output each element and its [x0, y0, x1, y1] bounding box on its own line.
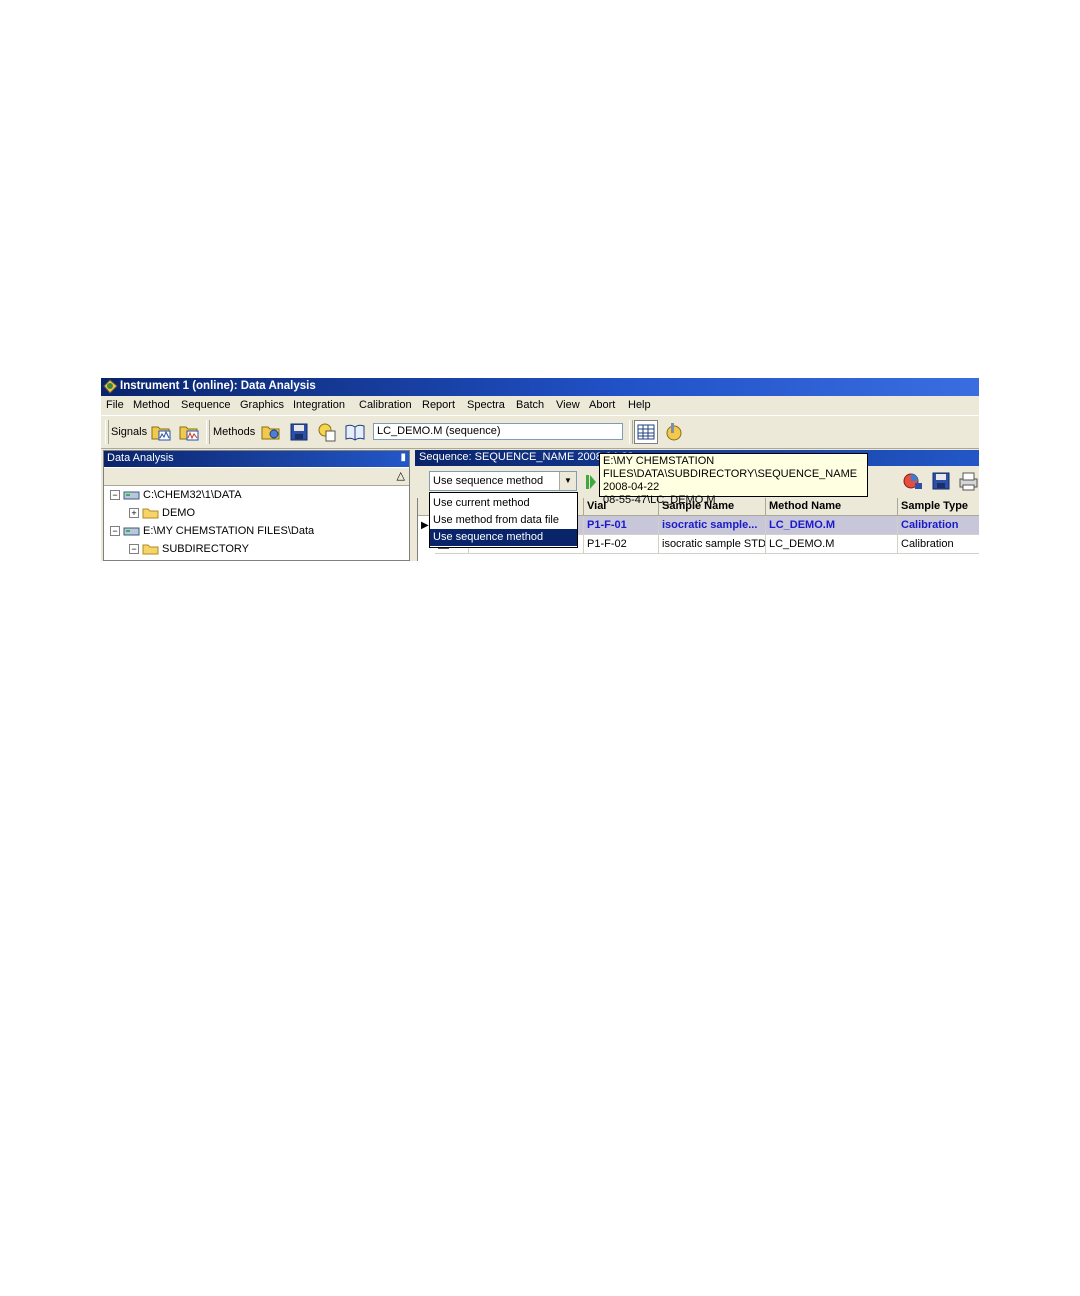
- option-use-method-from-data-file[interactable]: Use method from data file: [430, 512, 577, 529]
- load-signal-icon[interactable]: [150, 421, 172, 443]
- menu-sequence[interactable]: Sequence: [181, 399, 231, 411]
- table-cell-method-name[interactable]: LC_DEMO.M: [766, 516, 898, 535]
- open-folder-icon: [142, 544, 159, 555]
- load-signal-alt-icon[interactable]: [178, 421, 200, 443]
- menu-report[interactable]: Report: [422, 399, 455, 411]
- save-table-icon[interactable]: [930, 470, 952, 492]
- table-cell-sample-type[interactable]: Calibration: [898, 516, 979, 535]
- menu-file[interactable]: File: [106, 399, 124, 411]
- menu-bar: File Method Sequence Graphics Integratio…: [101, 396, 979, 415]
- tree-item-label: SUBDIRECTORY: [162, 543, 250, 555]
- method-mode-selected: Use sequence method: [433, 475, 544, 487]
- tree-item-chem32-data[interactable]: − C:\CHEM32\1\DATA: [110, 489, 242, 505]
- network-drive-icon: [123, 491, 140, 500]
- print-icon[interactable]: [957, 470, 979, 492]
- tools-icon[interactable]: [662, 421, 684, 443]
- toolbar-grip[interactable]: [105, 420, 109, 444]
- pin-icon[interactable]: ▮: [400, 452, 406, 463]
- signals-label: Signals: [111, 426, 148, 438]
- chemstation-app-icon: [103, 379, 118, 394]
- tree-item-label: C:\CHEM32\1\DATA: [143, 489, 242, 501]
- method-path-tooltip: E:\MY CHEMSTATION FILES\DATA\SUBDIRECTOR…: [599, 453, 868, 506]
- menu-abort[interactable]: Abort: [589, 399, 615, 411]
- chevron-down-icon[interactable]: ▼: [559, 472, 576, 490]
- table-icon: [637, 424, 655, 440]
- table-view-button[interactable]: [634, 420, 658, 444]
- menu-graphics[interactable]: Graphics: [240, 399, 284, 411]
- toolbar-separator-2: [629, 420, 633, 444]
- menu-view[interactable]: View: [556, 399, 580, 411]
- chart-report-icon[interactable]: [902, 470, 924, 492]
- option-use-current-method[interactable]: Use current method: [430, 495, 577, 512]
- window-title: Instrument 1 (online): Data Analysis: [120, 380, 316, 392]
- collapse-icon[interactable]: −: [110, 526, 120, 537]
- save-method-icon[interactable]: [288, 421, 310, 443]
- tree-item-demo[interactable]: + DEMO: [129, 507, 195, 523]
- menu-spectra[interactable]: Spectra: [467, 399, 505, 411]
- tree-item-my-chemstation-data[interactable]: − E:\MY CHEMSTATION FILES\Data: [110, 525, 314, 541]
- menu-method[interactable]: Method: [133, 399, 170, 411]
- table-cell-vial[interactable]: P1-F-02: [584, 535, 659, 554]
- data-analysis-panel-header: Data Analysis ▮: [104, 451, 409, 467]
- sequence-panel: Sequence: SEQUENCE_NAME 2008-04-22 Use s…: [415, 450, 979, 561]
- data-analysis-panel: Data Analysis ▮ △ − C:\CHEM32\1\DATA + DEM…: [103, 450, 410, 561]
- panel-title: Data Analysis: [107, 452, 174, 464]
- green-navigate-icon[interactable]: [585, 474, 597, 490]
- application-window: Instrument 1 (online): Data Analysis Fil…: [101, 378, 979, 561]
- table-cell-method-name[interactable]: LC_DEMO.M: [766, 535, 898, 554]
- menu-calibration[interactable]: Calibration: [359, 399, 412, 411]
- menu-integration[interactable]: Integration: [293, 399, 345, 411]
- current-row-arrow-icon: ▶: [421, 520, 429, 531]
- methods-label: Methods: [213, 426, 256, 438]
- title-bar: Instrument 1 (online): Data Analysis: [101, 378, 979, 396]
- method-mode-select[interactable]: Use sequence method ▼: [429, 471, 577, 491]
- table-cell-vial[interactable]: P1-F-01: [584, 516, 659, 535]
- tree-item-subdirectory[interactable]: − SUBDIRECTORY: [129, 543, 249, 559]
- table-cell-sample-name[interactable]: isocratic sample...: [659, 516, 766, 535]
- collapse-icon[interactable]: −: [110, 490, 120, 501]
- method-book-icon[interactable]: [344, 421, 366, 443]
- toolbar-separator: [206, 420, 210, 444]
- collapse-icon[interactable]: −: [129, 544, 139, 555]
- menu-help[interactable]: Help: [628, 399, 651, 411]
- tree-item-label: DEMO: [162, 507, 195, 519]
- load-method-icon[interactable]: [260, 421, 282, 443]
- toolbar: Signals Methods LC_DEMO.M (sequence): [101, 415, 979, 449]
- option-use-sequence-method[interactable]: Use sequence method: [430, 529, 577, 546]
- menu-batch[interactable]: Batch: [516, 399, 544, 411]
- table-cell-sample-name[interactable]: isocratic sample STD: [659, 535, 766, 554]
- table-cell-sample-type[interactable]: Calibration: [898, 535, 979, 554]
- tree-column-header[interactable]: △: [104, 468, 409, 486]
- tree-item-label: E:\MY CHEMSTATION FILES\Data: [143, 525, 315, 537]
- method-mode-dropdown: Use current method Use method from data …: [429, 492, 578, 548]
- sort-triangle-icon[interactable]: △: [397, 469, 405, 482]
- expand-icon[interactable]: +: [129, 508, 139, 519]
- current-method-field[interactable]: LC_DEMO.M (sequence): [373, 423, 623, 440]
- network-drive-icon: [123, 527, 140, 536]
- method-info-icon[interactable]: [316, 421, 338, 443]
- column-header-method-name[interactable]: Method Name: [766, 498, 898, 516]
- column-header-sample-type[interactable]: Sample Type: [898, 498, 979, 516]
- folder-icon: [142, 508, 159, 519]
